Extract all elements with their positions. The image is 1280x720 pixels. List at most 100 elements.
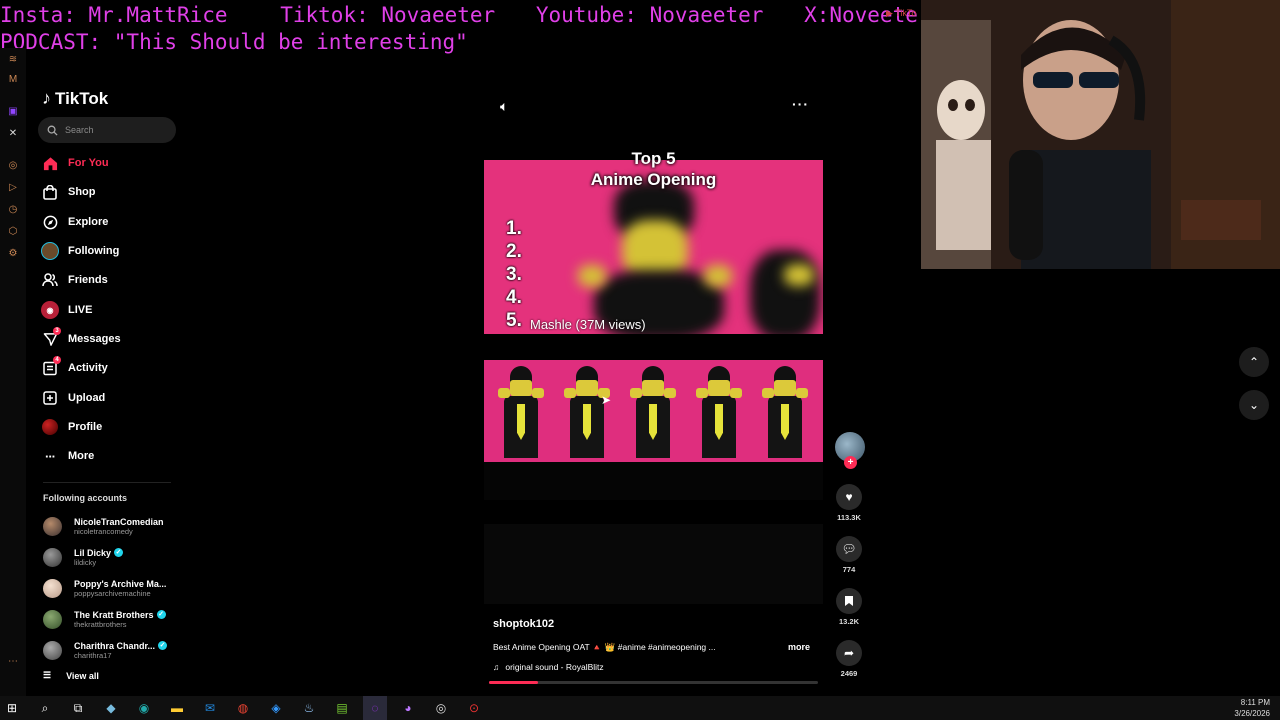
rank-label: 5.: [506, 310, 522, 331]
music-note-icon: ♫: [493, 662, 500, 672]
search-icon[interactable]: ⌕: [33, 696, 57, 720]
avatar: [43, 516, 62, 536]
friends-icon: [41, 271, 59, 289]
messages-badge: 3: [53, 327, 61, 335]
dancer-figure: [696, 366, 742, 466]
video-caption: Best Anime Opening OAT 🔺 👑 #anime #anime…: [493, 642, 716, 652]
dock-app-icon[interactable]: ≋: [7, 54, 19, 66]
profile-avatar-icon: [41, 418, 59, 436]
browser-tab-hint[interactable]: ▶ TikTo: [886, 8, 916, 19]
webcam-feed: [921, 0, 1280, 269]
dock-app-icon[interactable]: M: [7, 74, 19, 86]
youtube-icon: ▶: [886, 8, 893, 18]
stream-overlay-podcast: PODCAST: "This Should be interesting": [0, 30, 468, 54]
nav-explore[interactable]: Explore: [41, 211, 108, 233]
video-author[interactable]: shoptok102: [493, 618, 554, 630]
previous-video-button[interactable]: ⌃: [1239, 347, 1269, 377]
task-view-icon[interactable]: ⧉: [66, 696, 90, 720]
nav-shop[interactable]: Shop: [41, 181, 96, 203]
twitch-icon[interactable]: ▣: [7, 106, 19, 118]
dock-circle-icon[interactable]: ◎: [7, 160, 19, 172]
dock-play-icon[interactable]: ▷: [7, 182, 19, 194]
x-icon[interactable]: ✕: [7, 128, 19, 140]
nav-more[interactable]: ··· More: [41, 445, 94, 467]
messages-icon: 3: [41, 327, 61, 348]
upload-icon: [41, 389, 59, 407]
next-video-button[interactable]: ⌄: [1239, 390, 1269, 420]
search-input[interactable]: [65, 125, 165, 135]
activity-icon: 4: [41, 356, 61, 377]
compass-icon: [41, 213, 59, 231]
following-account-item[interactable]: Poppy's Archive Ma... poppysarchivemachin…: [43, 576, 166, 600]
nav-for-you[interactable]: For You: [41, 152, 109, 174]
copilot-icon[interactable]: ◆: [99, 696, 123, 720]
like-count: 113.3K: [837, 513, 861, 522]
avatar: [43, 578, 62, 598]
app-icon[interactable]: ▤: [330, 696, 354, 720]
view-all-button[interactable]: ☰ View all: [43, 670, 99, 681]
follow-plus-icon[interactable]: +: [844, 456, 857, 469]
avatar: [43, 609, 62, 629]
video-progress-fill: [489, 681, 539, 684]
save-button[interactable]: 13.2K: [833, 588, 865, 626]
following-accounts-title: Following accounts: [43, 493, 128, 503]
nav-following[interactable]: Following: [41, 240, 119, 262]
outlook-icon[interactable]: ✉: [198, 696, 222, 720]
following-account-item[interactable]: Charithra Chandr... ✓ charithra17: [43, 638, 168, 662]
webcam-image: [921, 0, 1280, 269]
dock-box-icon[interactable]: ⬡: [7, 226, 19, 238]
following-account-item[interactable]: NicoleTranComedian nicoletrancomedy: [43, 514, 164, 538]
volume-icon[interactable]: 🔈︎: [500, 98, 508, 115]
obs-icon[interactable]: ◎: [429, 696, 453, 720]
more-options-icon[interactable]: ···: [792, 96, 809, 112]
video-player[interactable]: 🔈︎ ··· Top 5 Anime Opening 1. 2. 3. 4. 5…: [484, 88, 823, 684]
nav-friends[interactable]: Friends: [41, 269, 108, 291]
tiktok-note-icon: ♪: [42, 88, 51, 108]
tiktok-logo[interactable]: ♪ TikTok: [42, 88, 108, 109]
following-account-item[interactable]: Lil Dicky ✓ lildicky: [43, 545, 124, 569]
windows-start-icon[interactable]: ⊞: [0, 696, 24, 720]
steam-icon[interactable]: ♨: [297, 696, 321, 720]
app-icon[interactable]: ⊙: [462, 696, 486, 720]
bookmark-icon: [836, 588, 862, 614]
system-clock[interactable]: 8:11 PM 3/26/2026: [1234, 697, 1270, 719]
chrome-icon[interactable]: ◍: [231, 696, 255, 720]
search-box[interactable]: [38, 117, 176, 143]
file-explorer-icon[interactable]: ▬: [165, 696, 189, 720]
video-frame-bottom: [484, 524, 823, 604]
video-sound[interactable]: ♫ original sound - RoyalBlitz: [493, 662, 604, 672]
discord-icon[interactable]: ◕: [396, 696, 420, 720]
rank-label: 1.: [506, 218, 522, 239]
blurred-figure: [750, 250, 820, 334]
app-icon[interactable]: ◌: [363, 696, 387, 720]
video-title-overlay: Top 5 Anime Opening: [590, 149, 717, 189]
browser-sidebar-dock: ≋ M ▣ ✕ ◎ ▷ ◷ ⬡ ⚙ ⋯: [0, 48, 26, 696]
edge-icon[interactable]: ◉: [132, 696, 156, 720]
app-icon[interactable]: ◈: [264, 696, 288, 720]
rank-label: 3.: [506, 264, 522, 285]
comment-icon: 💬︎: [836, 536, 862, 562]
nav-activity[interactable]: 4 Activity: [41, 356, 108, 379]
caption-more-button[interactable]: more: [788, 642, 810, 652]
comment-button[interactable]: 💬︎ 774: [833, 536, 865, 574]
share-button[interactable]: ➦ 2469: [833, 640, 865, 678]
nav-messages[interactable]: 3 Messages: [41, 327, 121, 350]
rank-label: 4.: [506, 287, 522, 308]
video-progress-bar[interactable]: [489, 681, 818, 684]
nav-live[interactable]: ◉ LIVE: [41, 299, 92, 321]
dancer-figure: [762, 366, 808, 466]
home-icon: [41, 154, 59, 172]
list-icon: ☰: [43, 670, 52, 680]
dock-more-icon[interactable]: ⋯: [7, 656, 19, 668]
more-icon: ···: [45, 448, 56, 464]
like-button[interactable]: ♥ 113.3K: [833, 484, 865, 522]
dancer-figure: [564, 366, 610, 466]
dock-settings-icon[interactable]: ⚙: [7, 248, 19, 260]
nav-upload[interactable]: Upload: [41, 387, 105, 409]
nav-profile[interactable]: Profile: [41, 416, 102, 438]
overlay-tiktok: Tiktok: Novaeeter: [280, 3, 496, 27]
following-account-item[interactable]: The Kratt Brothers ✓ thekrattbrothers: [43, 607, 166, 631]
windows-taskbar: ⊞ ⌕ ⧉ ◆ ◉ ▬ ✉ ◍ ◈ ♨ ▤ ◌ ◕ ◎ ⊙ 8:11 PM 3/…: [0, 696, 1280, 720]
verified-badge-icon: ✓: [114, 548, 124, 557]
dock-clock-icon[interactable]: ◷: [7, 204, 19, 216]
